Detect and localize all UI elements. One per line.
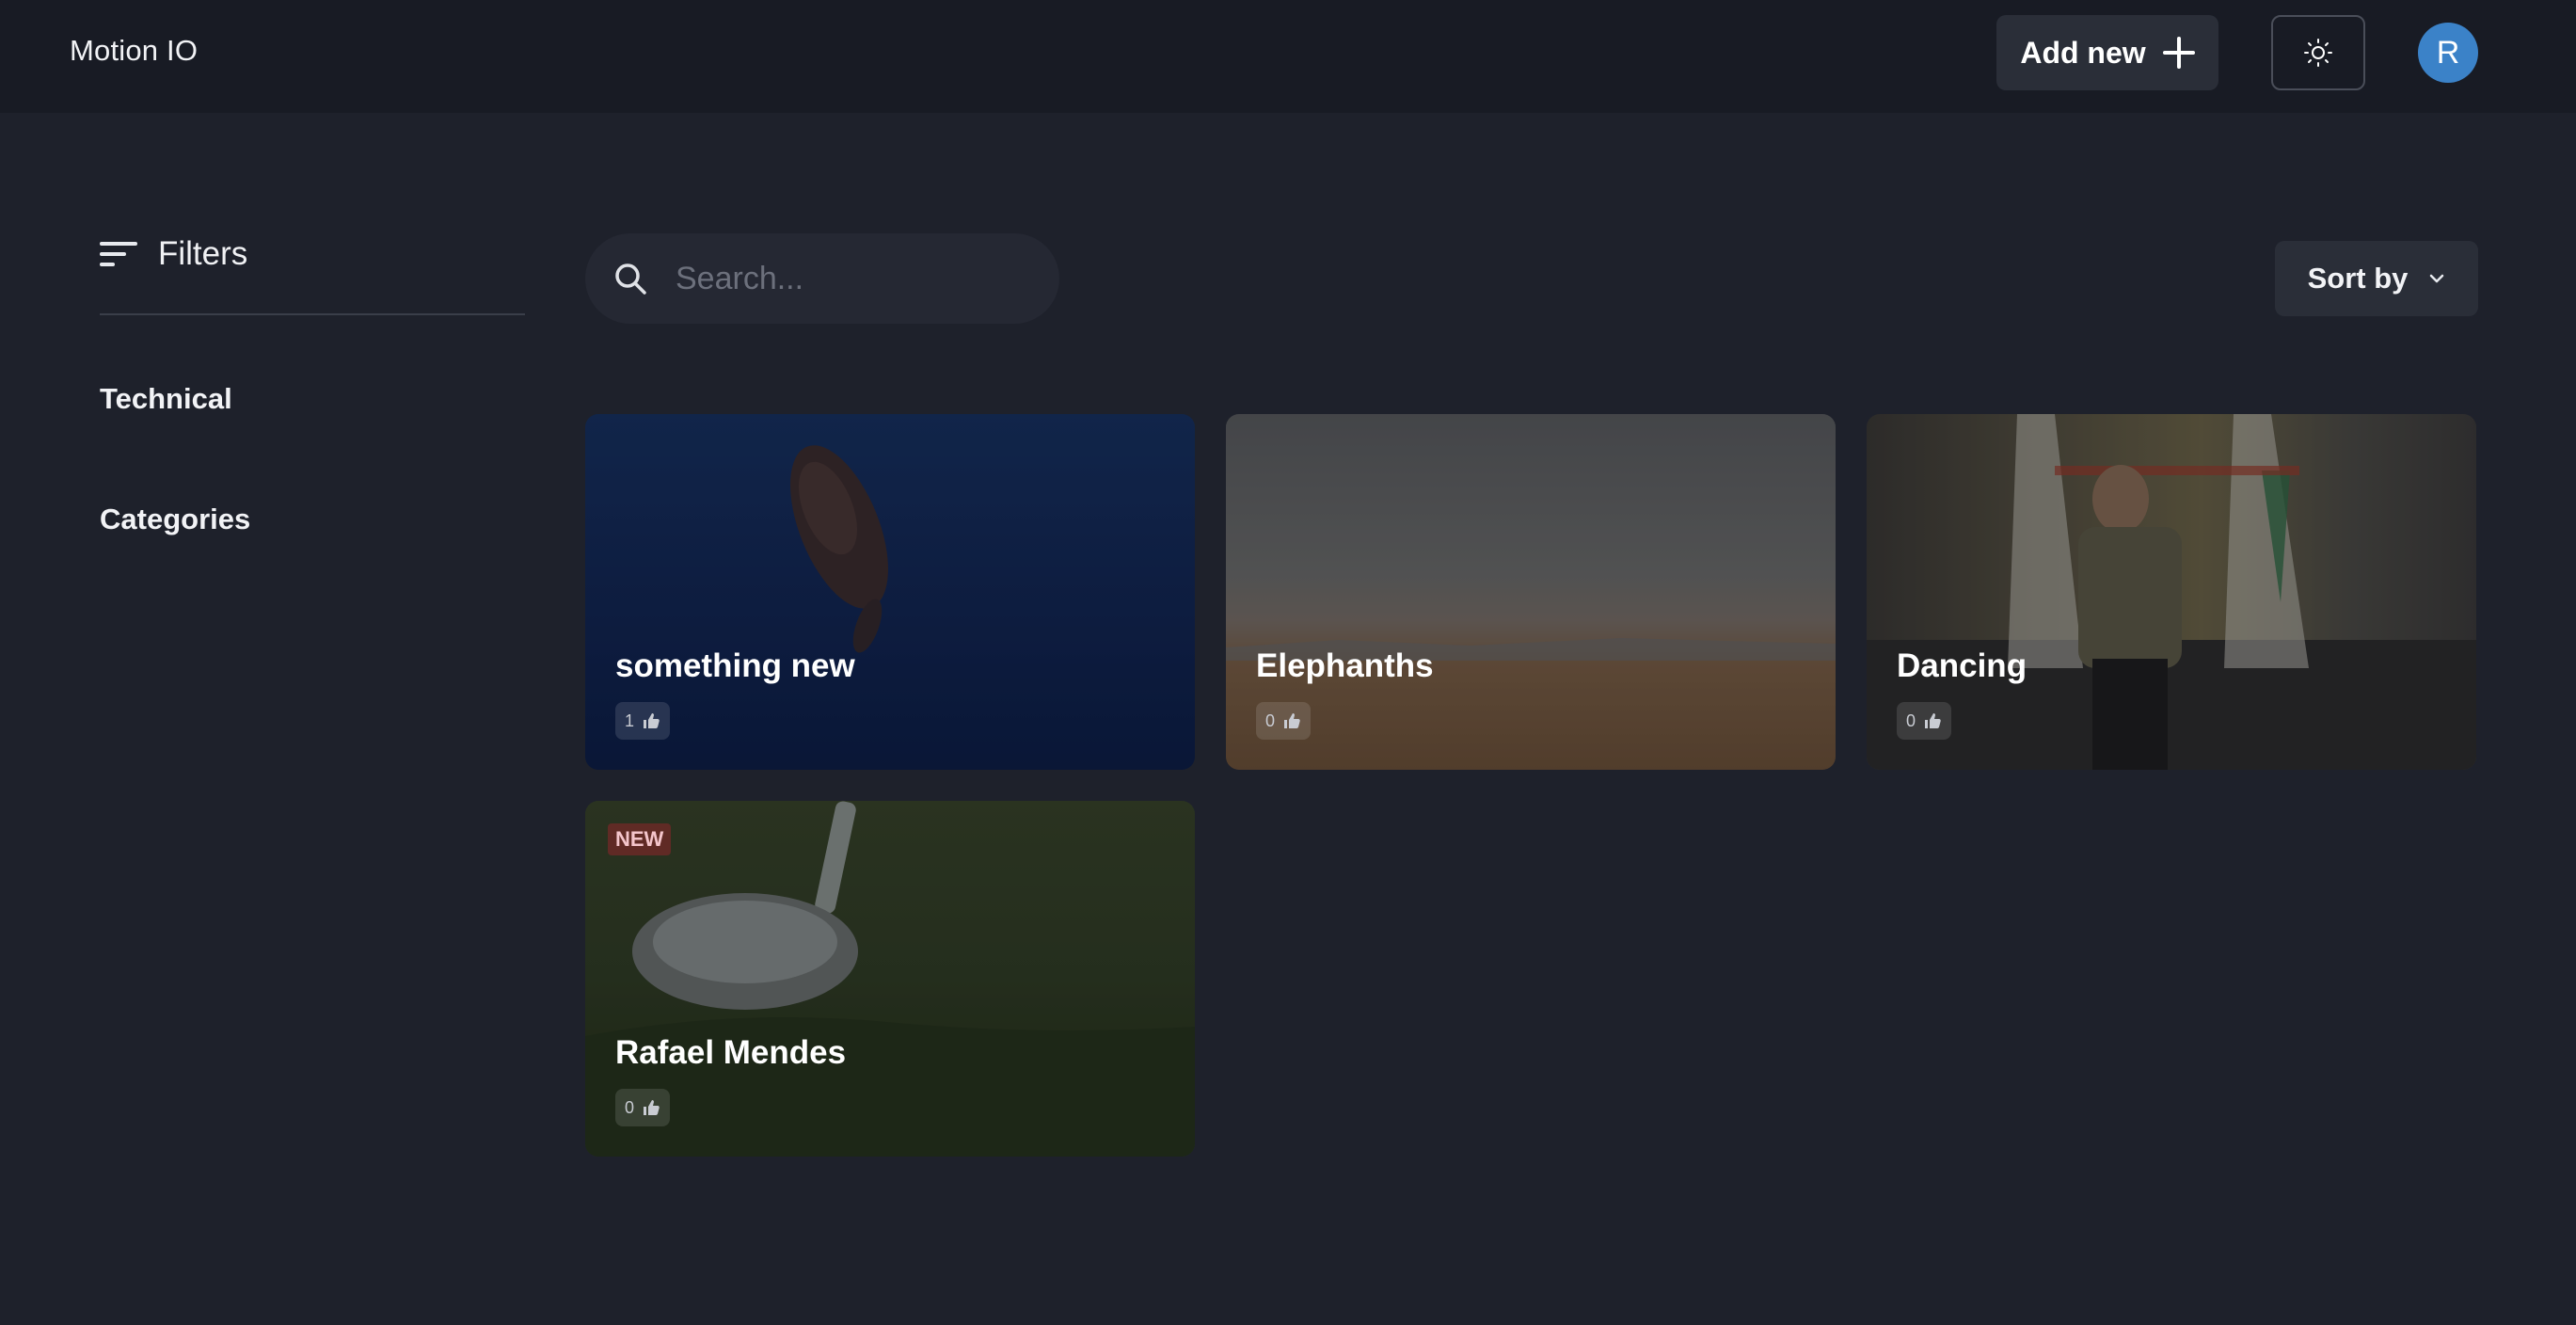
thumbs-up-icon	[1925, 713, 1941, 728]
sun-icon	[2304, 39, 2332, 67]
filter-icon	[100, 240, 137, 268]
likes-count: 0	[1906, 710, 1916, 730]
video-card[interactable]: Elephanths 0	[1226, 414, 1836, 770]
card-title: something new	[615, 647, 855, 684]
add-new-label: Add new	[2020, 35, 2146, 70]
thumbs-up-icon	[644, 1100, 660, 1115]
user-avatar[interactable]: R	[2418, 23, 2478, 83]
sort-by-label: Sort by	[2307, 262, 2409, 295]
theme-toggle-button[interactable]	[2271, 15, 2365, 90]
video-card[interactable]: something new 1	[585, 414, 1195, 770]
likes-badge[interactable]: 0	[615, 1089, 671, 1126]
filters-header[interactable]: Filters	[100, 235, 247, 273]
thumbs-up-icon	[1284, 713, 1300, 728]
card-title: Dancing	[1897, 647, 2027, 684]
search-bar	[585, 233, 1059, 324]
likes-count: 0	[1265, 710, 1276, 730]
card-title: Elephanths	[1256, 647, 1434, 684]
video-card[interactable]: Dancing 0	[1867, 414, 2476, 770]
sidebar-item-technical[interactable]: Technical	[100, 382, 232, 416]
likes-badge[interactable]: 1	[615, 702, 671, 740]
likes-count: 1	[625, 710, 635, 730]
chevron-down-icon	[2430, 274, 2444, 283]
avatar-initial: R	[2436, 34, 2460, 71]
thumbs-up-icon	[644, 713, 660, 728]
new-badge: NEW	[608, 823, 672, 855]
filters-label: Filters	[158, 235, 248, 272]
video-card[interactable]: NEW Rafael Mendes 0	[585, 801, 1195, 1157]
filters-divider	[100, 313, 525, 315]
add-new-button[interactable]: Add new	[1996, 15, 2218, 90]
top-bar: Motion IO Add new R	[0, 0, 2576, 113]
sidebar-item-categories[interactable]: Categories	[100, 503, 250, 536]
likes-badge[interactable]: 0	[1256, 702, 1312, 740]
search-icon	[615, 263, 646, 295]
sort-by-button[interactable]: Sort by	[2275, 241, 2478, 316]
plus-icon	[2162, 37, 2195, 69]
likes-count: 0	[625, 1097, 635, 1117]
likes-badge[interactable]: 0	[1897, 702, 1952, 740]
app-title[interactable]: Motion IO	[70, 34, 198, 68]
search-input[interactable]	[676, 252, 1033, 305]
card-title: Rafael Mendes	[615, 1034, 847, 1071]
